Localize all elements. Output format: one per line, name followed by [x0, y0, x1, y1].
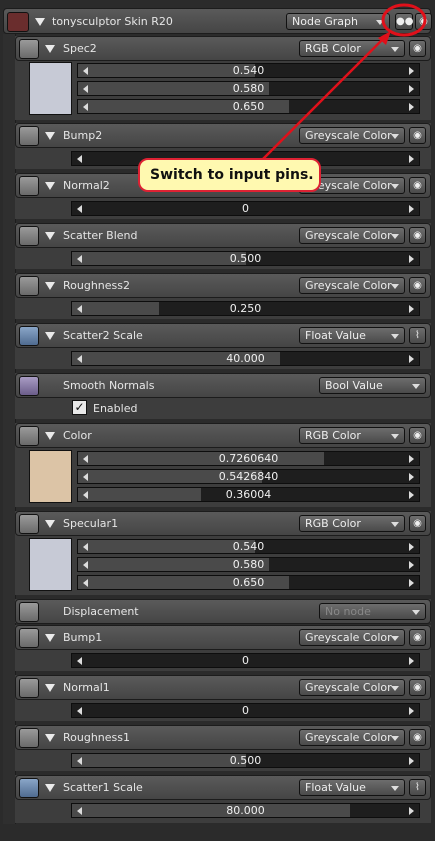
tooltip-callout: Switch to input pins. [138, 158, 321, 192]
arrow-line [261, 37, 385, 161]
highlight-ellipse [381, 3, 427, 37]
node-inspector-panel: tonysculptor Skin R20 Node Graph ●● ◉ Sp… [0, 0, 435, 841]
annotation-overlay [261, 3, 427, 161]
